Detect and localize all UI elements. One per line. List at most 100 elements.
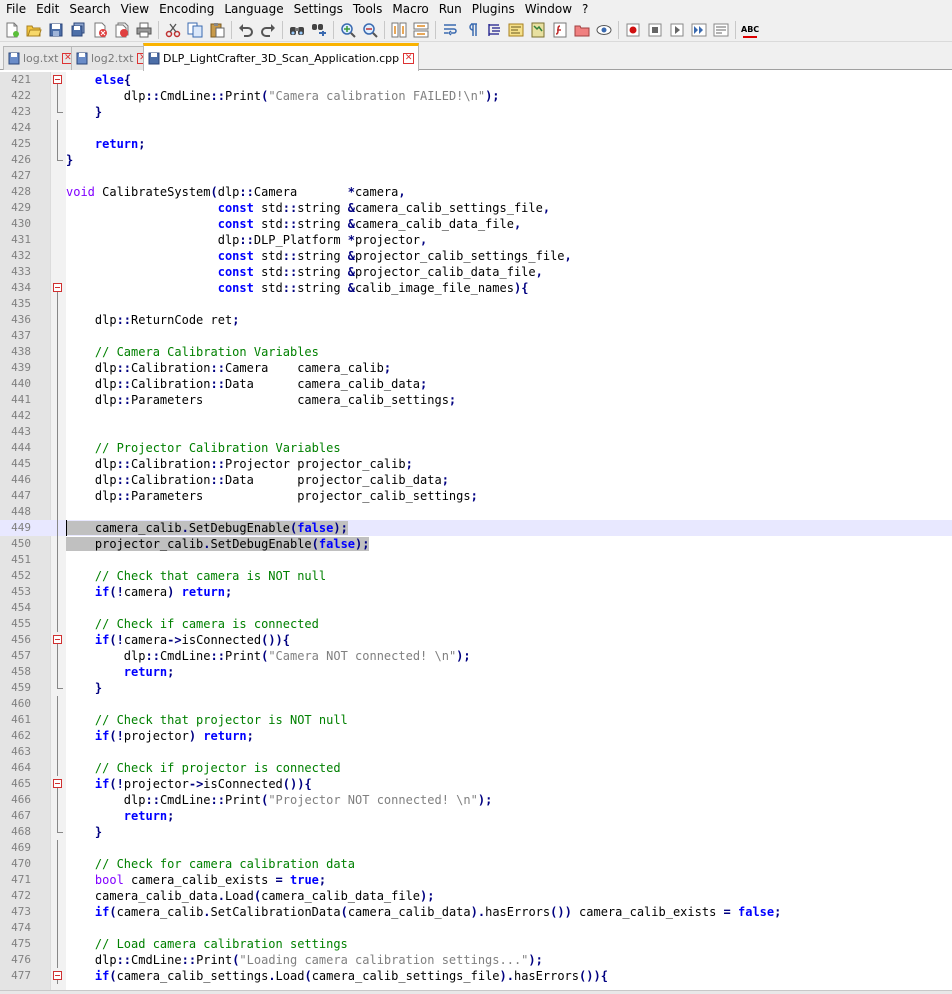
menu-encoding[interactable]: Encoding [155, 0, 220, 18]
code-line[interactable]: 464 // Check if projector is connected [0, 760, 952, 776]
fold-toggle-icon[interactable] [50, 280, 66, 296]
code-line[interactable]: 469 [0, 840, 952, 856]
indent-guide-button[interactable] [485, 21, 503, 39]
code-line[interactable]: 437 [0, 328, 952, 344]
code-line[interactable]: 433 const std::string &projector_calib_d… [0, 264, 952, 280]
code-line[interactable]: 444 // Projector Calibration Variables [0, 440, 952, 456]
code-line[interactable]: 448 [0, 504, 952, 520]
code-line[interactable]: 429 const std::string &camera_calib_sett… [0, 200, 952, 216]
code-line[interactable]: 422 dlp::CmdLine::Print("Camera calibrat… [0, 88, 952, 104]
code-line[interactable]: 424 [0, 120, 952, 136]
code-line[interactable]: 459 } [0, 680, 952, 696]
fold-toggle-icon[interactable] [50, 632, 66, 648]
save-button[interactable] [47, 21, 65, 39]
code-line[interactable]: 476 dlp::CmdLine::Print("Loading camera … [0, 952, 952, 968]
code-line[interactable]: 425 return; [0, 136, 952, 152]
code-line[interactable]: 443 [0, 424, 952, 440]
tab-dlp-lightcrafter-3d-scan-application-cpp[interactable]: DLP_LightCrafter_3D_Scan_Application.cpp… [143, 43, 420, 71]
code-line[interactable]: 477 if(camera_calib_settings.Load(camera… [0, 968, 952, 984]
menu-tools[interactable]: Tools [349, 0, 389, 18]
tab-log-txt[interactable]: log.txt ✕ [3, 46, 79, 70]
word-wrap-button[interactable] [441, 21, 459, 39]
menu-plugins[interactable]: Plugins [468, 0, 521, 18]
language-button[interactable] [507, 21, 525, 39]
menu-settings[interactable]: Settings [290, 0, 349, 18]
find-button[interactable] [288, 21, 306, 39]
code-line[interactable]: 458 return; [0, 664, 952, 680]
code-line[interactable]: 421 else{ [0, 72, 952, 88]
code-line[interactable]: 468 } [0, 824, 952, 840]
code-line[interactable]: 432 const std::string &projector_calib_s… [0, 248, 952, 264]
code-line[interactable]: 454 [0, 600, 952, 616]
close-button[interactable] [91, 21, 109, 39]
code-line[interactable]: 475 // Load camera calibration settings [0, 936, 952, 952]
sync-vertical-button[interactable] [390, 21, 408, 39]
code-editor[interactable]: 421 else{422 dlp::CmdLine::Print("Camera… [0, 72, 952, 990]
menu-edit[interactable]: Edit [32, 0, 65, 18]
playback-macro-button[interactable] [668, 21, 686, 39]
code-line[interactable]: 473 if(camera_calib.SetCalibrationData(c… [0, 904, 952, 920]
menu-file[interactable]: File [2, 0, 32, 18]
code-line[interactable]: 452 // Check that camera is NOT null [0, 568, 952, 584]
fold-toggle-icon[interactable] [50, 968, 66, 984]
code-line[interactable]: 449 camera_calib.SetDebugEnable(false); [0, 520, 952, 536]
open-file-button[interactable] [25, 21, 43, 39]
code-line[interactable]: 466 dlp::CmdLine::Print("Projector NOT c… [0, 792, 952, 808]
paste-button[interactable] [208, 21, 226, 39]
save-macro-button[interactable] [712, 21, 730, 39]
code-line[interactable]: 434 const std::string &calib_image_file_… [0, 280, 952, 296]
code-line[interactable]: 423 } [0, 104, 952, 120]
replace-button[interactable] [310, 21, 328, 39]
code-line[interactable]: 428 void CalibrateSystem(dlp::Camera *cam… [0, 184, 952, 200]
code-line[interactable]: 451 [0, 552, 952, 568]
function-list-button[interactable] [551, 21, 569, 39]
code-line[interactable]: 447 dlp::Parameters projector_calib_sett… [0, 488, 952, 504]
code-line[interactable]: 474 [0, 920, 952, 936]
code-line[interactable]: 435 [0, 296, 952, 312]
spell-check-button[interactable]: ABC [741, 21, 759, 39]
code-line[interactable]: 460 [0, 696, 952, 712]
tab-log2-txt[interactable]: log2.txt✕ [71, 46, 154, 70]
stop-recording-button[interactable] [646, 21, 664, 39]
code-line[interactable]: 461 // Check that projector is NOT null [0, 712, 952, 728]
code-line[interactable]: 467 return; [0, 808, 952, 824]
code-line[interactable]: 457 dlp::CmdLine::Print("Camera NOT conn… [0, 648, 952, 664]
code-line[interactable]: 445 dlp::Calibration::Projector projecto… [0, 456, 952, 472]
menu-help[interactable]: ? [578, 0, 594, 18]
menu-macro[interactable]: Macro [388, 0, 434, 18]
menu-search[interactable]: Search [65, 0, 116, 18]
code-line[interactable]: 462 if(!projector) return; [0, 728, 952, 744]
menu-view[interactable]: View [117, 0, 155, 18]
code-line[interactable]: 446 dlp::Calibration::Data projector_cal… [0, 472, 952, 488]
code-line[interactable]: 471 bool camera_calib_exists = true; [0, 872, 952, 888]
cut-button[interactable] [164, 21, 182, 39]
code-line[interactable]: 431 dlp::DLP_Platform *projector, [0, 232, 952, 248]
tab-close-icon[interactable]: ✕ [403, 53, 415, 64]
menu-window[interactable]: Window [521, 0, 578, 18]
document-map-button[interactable] [529, 21, 547, 39]
sync-horizontal-button[interactable] [412, 21, 430, 39]
print-button[interactable] [135, 21, 153, 39]
code-line[interactable]: 465 if(!projector->isConnected()){ [0, 776, 952, 792]
new-file-button[interactable] [3, 21, 21, 39]
code-line[interactable]: 463 [0, 744, 952, 760]
zoom-in-button[interactable] [339, 21, 357, 39]
horizontal-scrollbar[interactable] [0, 990, 952, 994]
menu-run[interactable]: Run [435, 0, 468, 18]
code-line[interactable]: 427 [0, 168, 952, 184]
code-line[interactable]: 438 // Camera Calibration Variables [0, 344, 952, 360]
zoom-out-button[interactable] [361, 21, 379, 39]
run-macro-multiple-button[interactable] [690, 21, 708, 39]
code-line[interactable]: 453 if(!camera) return; [0, 584, 952, 600]
code-line[interactable]: 470 // Check for camera calibration data [0, 856, 952, 872]
close-all-button[interactable] [113, 21, 131, 39]
show-all-characters-button[interactable] [463, 21, 481, 39]
code-line[interactable]: 456 if(!camera->isConnected()){ [0, 632, 952, 648]
copy-button[interactable] [186, 21, 204, 39]
menu-language[interactable]: Language [220, 0, 289, 18]
code-line[interactable]: 442 [0, 408, 952, 424]
save-all-button[interactable] [69, 21, 87, 39]
fold-toggle-icon[interactable] [50, 776, 66, 792]
record-macro-button[interactable] [624, 21, 642, 39]
code-line[interactable]: 426} [0, 152, 952, 168]
